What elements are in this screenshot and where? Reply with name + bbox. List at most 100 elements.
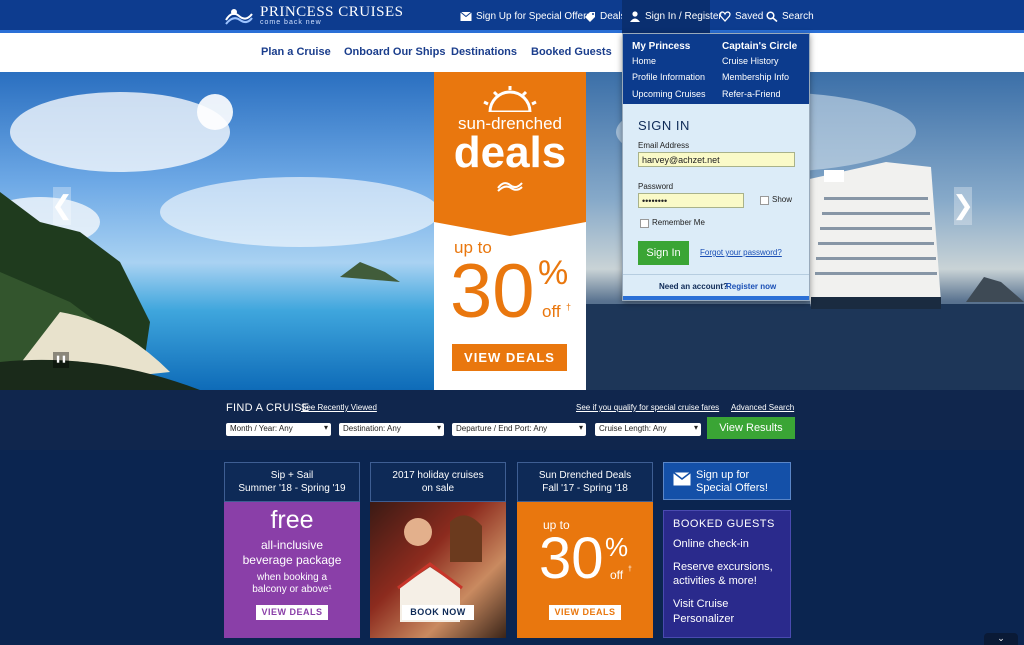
recently-viewed-link[interactable]: See Recently Viewed	[301, 403, 377, 412]
signup-offers-box[interactable]: Sign up for Special Offers!	[663, 462, 791, 500]
search-icon	[766, 10, 778, 22]
card-subtitle: Summer '18 - Spring '19	[238, 483, 346, 494]
email-label: Email Address	[638, 141, 690, 150]
saved-label: Saved	[735, 10, 764, 22]
view-deals-button[interactable]: VIEW DEALS	[549, 605, 621, 620]
reserve-excursions-link[interactable]: Reserve excursions,	[673, 561, 773, 573]
search-link[interactable]: Search	[766, 8, 814, 24]
advanced-search-link[interactable]: Advanced Search	[731, 403, 794, 412]
card-header: Sip + Sail Summer '18 - Spring '19	[224, 462, 360, 502]
password-label: Password	[638, 182, 674, 191]
carousel-next-arrow[interactable]: ❯	[952, 187, 974, 225]
card-body: free all-inclusive beverage package when…	[224, 502, 360, 638]
need-account-text: Need an account?	[659, 282, 728, 291]
online-checkin-link[interactable]: Online check-in	[673, 538, 749, 550]
destination-select[interactable]: Destination: Any	[339, 423, 444, 436]
princess-logo[interactable]: PRINCESS CRUISES come back new	[224, 4, 403, 28]
wave-logo-icon	[497, 182, 523, 192]
signin-title: SIGN IN	[638, 118, 690, 133]
sun-drenched-card[interactable]: Sun Drenched Deals Fall '17 - Spring '18…	[517, 462, 653, 638]
envelope-icon	[460, 11, 472, 21]
cruise-length-select[interactable]: Cruise Length: Any	[595, 423, 701, 436]
email-field[interactable]	[638, 152, 795, 167]
month-year-select[interactable]: Month / Year: Any	[226, 423, 331, 436]
signin-dropdown: My Princess Home Profile Information Upc…	[622, 33, 810, 301]
card-percent: 30	[539, 526, 604, 591]
reserve-excursions-link-2[interactable]: activities & more!	[673, 575, 757, 587]
card-body: up to 30 % off † VIEW DEALS	[517, 502, 653, 638]
card-header: Sun Drenched Deals Fall '17 - Spring '18	[517, 462, 653, 502]
forgot-password-link[interactable]: Forgot your password?	[700, 248, 782, 257]
card-title: Sip + Sail	[270, 470, 314, 481]
membership-info-link[interactable]: Membership Info	[722, 72, 789, 82]
dropdown-bottom-bar	[623, 296, 809, 300]
nav-booked-guests[interactable]: Booked Guests	[531, 46, 612, 58]
holiday-couple-photo: BOOK NOW	[370, 502, 506, 638]
book-now-button[interactable]: BOOK NOW	[402, 605, 474, 620]
search-label: Search	[782, 10, 814, 22]
show-label: Show	[772, 195, 793, 204]
logo-title: PRINCESS CRUISES	[260, 4, 404, 20]
special-offers-label: Sign Up for Special Offers	[476, 10, 592, 22]
remember-me-checkbox[interactable]	[640, 219, 649, 228]
carousel-prev-arrow[interactable]: ❮	[51, 187, 73, 225]
register-now-link[interactable]: Register now	[726, 282, 776, 291]
special-offers-link[interactable]: Sign Up for Special Offers	[460, 8, 591, 24]
booked-guests-box: BOOKED GUESTS Online check-in Reserve ex…	[663, 510, 791, 638]
free-text: free	[270, 506, 314, 534]
main-nav: Plan a Cruise Onboard Our Ships Destinat…	[0, 33, 1024, 72]
visit-personalizer-link-2[interactable]: Personalizer	[673, 613, 734, 625]
find-a-cruise-bar: FIND A CRUISE See Recently Viewed See if…	[0, 390, 1024, 450]
hero-carousel: ❮ ❯ ❚❚ sun-drenched deals up to 30 % off…	[0, 72, 1024, 390]
booking-condition-text-2: balcony or above¹	[252, 584, 332, 595]
nav-plan-a-cruise[interactable]: Plan a Cruise	[261, 46, 331, 58]
nav-destinations[interactable]: Destinations	[451, 46, 517, 58]
seawitch-logo-icon	[225, 9, 253, 25]
upcoming-cruises-link[interactable]: Upcoming Cruises	[632, 89, 706, 99]
card-subtitle: on sale	[421, 483, 455, 494]
logo-tagline: come back new	[260, 19, 322, 26]
dropdown-divider	[623, 274, 809, 275]
booking-condition-text: when booking a	[256, 572, 328, 583]
profile-info-link[interactable]: Profile Information	[632, 72, 705, 82]
card-header: 2017 holiday cruises on sale	[370, 462, 506, 502]
signin-register-link[interactable]: Sign In / Register	[629, 8, 722, 24]
card-dagger: †	[628, 566, 632, 573]
view-results-button[interactable]: View Results	[707, 417, 795, 439]
departure-port-select[interactable]: Departure / End Port: Any	[452, 423, 586, 436]
promo-percent: 30	[450, 249, 535, 334]
find-a-cruise-title: FIND A CRUISE	[226, 402, 310, 414]
promo-panel: sun-drenched deals up to 30 % off † VIEW…	[434, 72, 586, 390]
password-field[interactable]	[638, 193, 744, 208]
signup-line2: Special Offers!	[696, 482, 768, 494]
signin-register-label: Sign In / Register	[645, 10, 722, 22]
saved-link[interactable]: Saved	[719, 8, 763, 24]
remember-me-label: Remember Me	[652, 218, 705, 227]
beach-scene	[0, 92, 440, 390]
card-title: Sun Drenched Deals	[538, 470, 632, 481]
chevron-down-icon[interactable]: ⌄	[984, 633, 1018, 645]
qualify-fares-link[interactable]: See if you qualify for special cruise fa…	[576, 403, 719, 412]
carousel-pause-button[interactable]: ❚❚	[53, 352, 69, 368]
cruise-history-link[interactable]: Cruise History	[722, 56, 779, 66]
all-inclusive-text: all-inclusive	[260, 538, 324, 552]
card-off: off	[610, 568, 624, 582]
sip-sail-card[interactable]: Sip + Sail Summer '18 - Spring '19 free …	[224, 462, 360, 638]
top-bar: PRINCESS CRUISES come back new Sign Up f…	[0, 0, 1024, 33]
deals-link[interactable]: Deals	[584, 8, 626, 24]
signin-submit-button[interactable]: Sign In	[638, 241, 689, 265]
holiday-cruises-card[interactable]: 2017 holiday cruises on sale BOOK NOW	[370, 462, 506, 638]
captains-circle-heading: Captain's Circle	[722, 41, 798, 52]
refer-a-friend-link[interactable]: Refer-a-Friend	[722, 89, 781, 99]
view-deals-hero-button[interactable]: VIEW DEALS	[452, 344, 567, 371]
booked-guests-heading: BOOKED GUESTS	[673, 518, 775, 530]
visit-personalizer-link[interactable]: Visit Cruise	[673, 598, 728, 610]
promo-dagger: †	[566, 302, 572, 312]
show-password-checkbox[interactable]	[760, 196, 769, 205]
beverage-package-text: beverage package	[242, 553, 342, 567]
my-princess-home-link[interactable]: Home	[632, 56, 656, 66]
sun-icon	[483, 86, 537, 112]
promo-orange-top: sun-drenched deals	[434, 72, 586, 236]
view-deals-button[interactable]: VIEW DEALS	[256, 605, 328, 620]
nav-onboard-our-ships[interactable]: Onboard Our Ships	[344, 46, 445, 58]
